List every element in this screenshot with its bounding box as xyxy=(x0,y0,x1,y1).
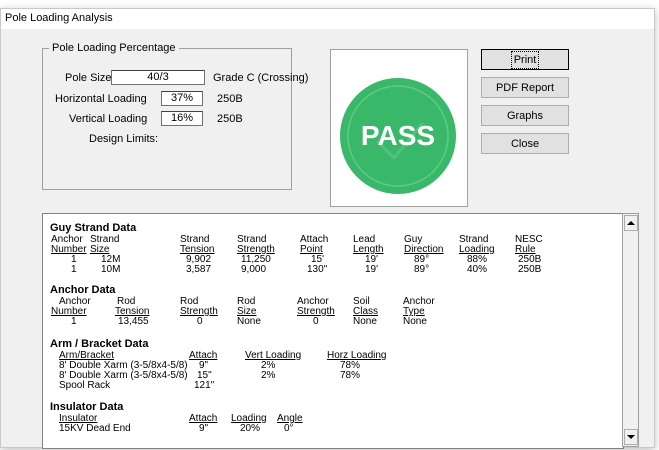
guy-cell: 130" xyxy=(307,264,328,275)
anchor-title: Anchor Data xyxy=(50,284,116,296)
horizontal-rule-text: 250B xyxy=(217,93,243,105)
arm-cell: 2% xyxy=(261,370,276,381)
anchor-cell: None xyxy=(403,316,427,327)
insulator-cell: 20% xyxy=(240,423,261,434)
guy-cell: 1 xyxy=(71,264,77,275)
pass-text: PASS xyxy=(361,120,435,151)
insulator-title: Insulator Data xyxy=(50,401,124,413)
guy-cell: 19' xyxy=(365,264,379,275)
anchor-cell: None xyxy=(237,316,261,327)
insulator-cell: 9" xyxy=(199,423,209,434)
arm-cell: 121" xyxy=(194,380,215,391)
pdf-report-button[interactable]: PDF Report xyxy=(481,77,569,98)
guy-cell: 250B xyxy=(518,264,542,275)
scroll-up-icon xyxy=(627,221,635,225)
anchor-cell: 1 xyxy=(71,316,77,327)
pole-loading-window: Pole Loading Analysis Pole Loading Perce… xyxy=(0,8,655,449)
guy-cell: 9,000 xyxy=(241,264,267,275)
design-limits-label: Design Limits: xyxy=(89,133,159,145)
anchor-cell: None xyxy=(353,316,377,327)
pole-size-label: Pole Size xyxy=(65,72,112,84)
arm-cell: Spool Rack xyxy=(59,380,111,391)
arm-cell: 78% xyxy=(340,370,361,381)
pole-size-field[interactable]: 40/3 xyxy=(111,70,205,85)
close-button[interactable]: Close xyxy=(481,133,569,154)
arm-bracket-title: Arm / Bracket Data xyxy=(50,338,149,350)
guy-head: Number xyxy=(51,244,87,255)
graphs-button[interactable]: Graphs xyxy=(481,105,569,126)
insulator-cell: 0° xyxy=(284,423,294,434)
pole-grade-text: Grade C (Crossing) xyxy=(213,72,309,84)
guy-cell: 10M xyxy=(101,264,121,275)
insulator-cell: 15KV Dead End xyxy=(59,423,131,434)
vertical-rule-text: 250B xyxy=(217,113,243,125)
anchor-cell: 0 xyxy=(197,316,203,327)
guy-cell: 40% xyxy=(467,264,488,275)
anchor-cell: 0 xyxy=(313,316,319,327)
vertical-loading-label: Vertical Loading xyxy=(69,113,148,125)
print-button[interactable]: Print xyxy=(481,49,569,70)
title-bar: Pole Loading Analysis xyxy=(1,9,654,29)
group-legend: Pole Loading Percentage xyxy=(52,42,176,54)
horizontal-loading-label: Horizontal Loading xyxy=(55,93,147,105)
report-panel[interactable]: Guy Strand Data Anchor Strand Strand Str… xyxy=(42,213,624,449)
report-scrollbar[interactable] xyxy=(622,213,639,447)
vertical-loading-field[interactable]: 16% xyxy=(161,111,203,126)
anchor-head: Number xyxy=(51,306,87,317)
guy-strand-title: Guy Strand Data xyxy=(50,222,137,234)
guy-cell: 89° xyxy=(414,264,430,275)
pass-badge: PASS xyxy=(340,78,456,194)
guy-cell: 3,587 xyxy=(186,264,212,275)
scroll-down-button[interactable] xyxy=(624,429,638,445)
scroll-up-button[interactable] xyxy=(624,215,638,231)
horizontal-loading-field[interactable]: 37% xyxy=(161,91,203,106)
print-button-label: Print xyxy=(510,50,540,69)
scroll-down-icon xyxy=(627,435,635,439)
anchor-cell: 13,455 xyxy=(118,316,149,327)
window-title: Pole Loading Analysis xyxy=(5,12,113,24)
